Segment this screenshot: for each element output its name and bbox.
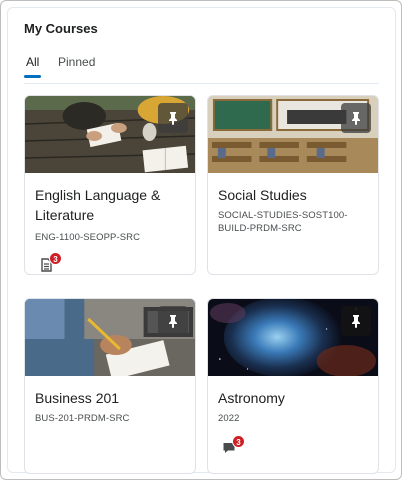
course-card-astronomy[interactable]: Astronomy 2022 3 [207,298,379,474]
course-name: Astronomy [218,390,285,406]
notification-indicator[interactable]: 3 [37,252,67,274]
tab-pinned[interactable]: Pinned [58,54,95,78]
course-card-business[interactable]: Business 201 BUS-201-PRDM-SRC [24,298,196,474]
widget-title: My Courses [24,21,98,36]
my-courses-widget: My Courses All Pinned English Language &… [7,7,396,474]
course-card-social-studies[interactable]: Social Studies SOCIAL-STUDIES-SOST100-BU… [207,95,379,275]
course-name: English Language & Literature [35,187,161,223]
course-image-business [25,299,195,376]
course-code: ENG-1100-SEOPP-SRC [35,232,141,243]
course-image-astronomy [208,299,378,376]
course-card-english[interactable]: English Language & Literature ENG-1100-S… [24,95,196,275]
pin-icon [169,112,177,125]
pin-icon [169,315,177,328]
course-code: BUS-201-PRDM-SRC [35,413,130,424]
pin-button[interactable] [158,306,188,336]
notification-count-badge: 3 [232,435,245,448]
pin-button[interactable] [341,103,371,133]
course-name: Social Studies [218,187,307,203]
notification-indicator[interactable]: 3 [220,435,250,459]
course-image-english [25,96,195,173]
widget-frame: My Courses All Pinned English Language &… [0,0,402,480]
course-code: 2022 [218,413,240,424]
notification-count-badge: 3 [49,252,62,265]
tab-all[interactable]: All [23,54,42,78]
pin-button[interactable] [158,103,188,133]
pin-button[interactable] [341,306,371,336]
course-code: SOCIAL-STUDIES-SOST100-BUILD-PRDM-SRC [218,210,348,234]
pin-icon [352,315,360,328]
course-name: Business 201 [35,390,120,406]
tab-divider [24,83,379,84]
pin-icon [352,112,360,125]
course-image-social-studies [208,96,378,173]
